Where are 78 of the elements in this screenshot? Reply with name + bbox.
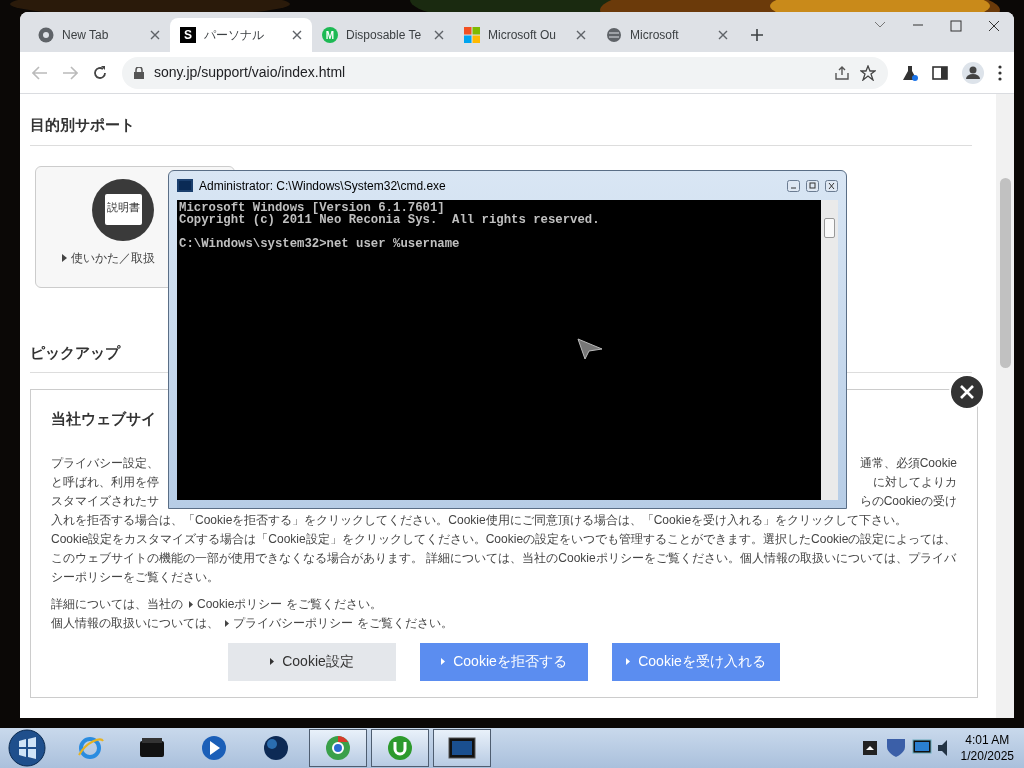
browser-tab[interactable]: S パーソナル — [170, 18, 312, 52]
browser-tab[interactable]: Microsoft — [596, 18, 738, 52]
reload-icon[interactable] — [92, 64, 108, 81]
body-text: Cookie設定をカスタマイズする場合は「Cookie設定」をクリックしてください。Cookieの設定をいつでも管理することができます。選択したCookieの設定によっては、このウェブサイトの機能の一部が使用できなくなる場合があります。 詳細については、当社のCookieポリシーをご覧ください。個人情報の取扱いについては、プライバシーポリシーをご覧ください。 — [51, 530, 957, 586]
body-text: スタマイズされたサ — [51, 492, 159, 510]
chevron-down-icon[interactable] — [874, 20, 886, 30]
share-icon[interactable] — [834, 64, 850, 81]
url-text: sony.jp/support/vaio/index.html — [154, 63, 346, 82]
windows-logo-icon — [464, 27, 480, 43]
cookie-button[interactable]: Cookie設定 — [228, 642, 396, 681]
address-bar[interactable]: sony.jp/support/vaio/index.html — [122, 56, 888, 89]
close-icon — [959, 384, 975, 400]
show-hidden-icon[interactable] — [862, 741, 877, 755]
body-text: と呼ばれ、利用を停 — [51, 473, 159, 491]
caret-icon — [441, 658, 446, 665]
support-link[interactable]: 使いかた／取扱 — [71, 248, 155, 267]
clock-date: 1/20/2025 — [960, 748, 1014, 764]
shield-icon[interactable] — [884, 737, 907, 759]
body-text: 入れを拒否する場合は、「Cookieを拒否する」をクリックしてください。Cookie使用にご同意頂ける場合は、「Cookieを受け入れる」をクリックして下さい。 — [51, 511, 909, 529]
body-text: らのCookieの受け — [859, 492, 957, 510]
browser-icon — [323, 733, 353, 763]
caret-icon — [62, 253, 67, 262]
console-line: Microsoft Windows [Version 6.1.7601] — [179, 202, 446, 214]
download-icon — [385, 733, 415, 763]
body-text: をご覧ください。 — [357, 614, 453, 632]
taskbar-button[interactable] — [371, 729, 429, 767]
close-icon[interactable] — [150, 30, 160, 40]
policy-link[interactable]: Cookieポリシー — [197, 594, 283, 614]
browser-tab[interactable]: Microsoft Ou — [454, 18, 596, 52]
taskbar-button[interactable] — [433, 729, 491, 767]
scrollbar-thumb[interactable] — [1000, 178, 1011, 368]
profile-icon[interactable] — [962, 61, 984, 84]
console-icon — [177, 179, 193, 192]
scrollbar[interactable] — [996, 94, 1014, 718]
clock-time: 4:01 AM — [964, 732, 1011, 748]
window-title: Administrator: C:\Windows\System32\cmd.exe — [199, 177, 446, 195]
star-icon[interactable] — [860, 64, 876, 81]
globe-icon — [606, 27, 622, 43]
maximize-icon[interactable] — [806, 179, 819, 192]
site-logo: S — [180, 27, 196, 43]
browser-tab[interactable]: New Tab — [28, 18, 170, 52]
body-text: をご覧ください。 — [286, 595, 383, 613]
maximize-icon[interactable] — [950, 20, 962, 32]
caret-icon — [270, 658, 275, 665]
new-tab-icon[interactable] — [750, 28, 764, 42]
caret-icon — [189, 600, 193, 608]
caret-icon — [626, 658, 631, 665]
dialog-title: 当社ウェブサイ — [51, 409, 157, 429]
start-button[interactable] — [7, 728, 47, 768]
body-text: 通常、必須Cookie — [859, 454, 957, 472]
close-icon[interactable] — [825, 179, 838, 192]
globe-icon — [261, 733, 291, 763]
section-heading: 目的別サポート — [30, 114, 972, 146]
lock-icon — [134, 66, 144, 79]
site-logo: M — [322, 27, 338, 43]
minimize-icon[interactable] — [787, 179, 800, 192]
cursor-icon — [577, 338, 603, 360]
close-icon[interactable] — [434, 30, 444, 40]
close-icon[interactable] — [988, 20, 1000, 32]
scrollbar[interactable] — [821, 200, 838, 500]
side-panel-icon[interactable] — [932, 64, 948, 81]
body-text: 詳細については、当社の — [51, 595, 183, 613]
more-icon[interactable] — [998, 64, 1002, 81]
play-icon — [199, 733, 229, 763]
body-text: に対してよりカ — [873, 473, 957, 491]
body-text: プライバシー設定、 — [51, 454, 159, 472]
policy-link[interactable]: プライバシーポリシー — [233, 613, 353, 633]
caret-icon — [225, 619, 229, 627]
close-icon[interactable] — [292, 30, 302, 40]
flask-icon[interactable] — [902, 64, 918, 81]
manual-icon: 説明書 — [92, 178, 154, 241]
body-text: 個人情報の取扱いについては、 — [51, 614, 219, 632]
console-line: C:\Windows\system32>net user %username — [179, 238, 461, 250]
browser-tab[interactable]: M Disposable Te — [312, 18, 454, 52]
console-line: Copyright (c) 2011 Neo Reconia Sys. All rights reserved. — [179, 214, 601, 226]
scrollbar-thumb[interactable] — [824, 218, 835, 238]
close-icon[interactable] — [576, 30, 586, 40]
close-icon[interactable] — [718, 30, 728, 40]
